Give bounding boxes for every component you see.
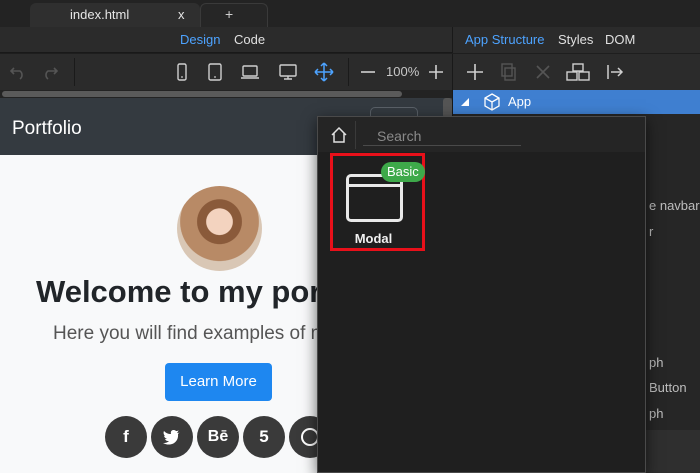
- home-icon: [331, 126, 347, 143]
- html5-icon[interactable]: 5: [243, 416, 285, 458]
- learn-more-button[interactable]: Learn More: [165, 363, 272, 401]
- add-icon[interactable]: [465, 62, 485, 82]
- tree-node-button[interactable]: Button: [649, 380, 687, 395]
- right-panel-tabs: App Structure Styles DOM: [452, 27, 700, 53]
- tab-styles[interactable]: Styles: [558, 32, 593, 47]
- component-search-input[interactable]: [363, 124, 521, 146]
- cube-icon: [484, 93, 500, 111]
- design-tab[interactable]: Design: [180, 32, 220, 47]
- move-icon[interactable]: [314, 62, 334, 82]
- preview-lead-text[interactable]: Here you will find examples of m: [53, 323, 327, 345]
- horizontal-scrollbar[interactable]: [0, 90, 452, 98]
- tab-app-structure[interactable]: App Structure: [465, 32, 545, 47]
- laptop-icon[interactable]: [240, 62, 260, 82]
- tree-node-navbar[interactable]: e navbarN: [649, 198, 700, 213]
- tree-node-paragraph[interactable]: ph: [649, 355, 663, 370]
- new-tab-button[interactable]: +: [200, 3, 268, 27]
- toolbar-divider: [348, 58, 349, 86]
- tree-node-fragment[interactable]: r: [649, 224, 653, 239]
- insert-component-popup: Basic Modal: [317, 116, 646, 473]
- delete-icon[interactable]: [533, 62, 553, 82]
- tree-node-paragraph[interactable]: ph: [649, 406, 663, 421]
- toolbar-divider: [74, 58, 75, 86]
- redo-icon[interactable]: [40, 62, 60, 82]
- tab-label: index.html: [70, 7, 130, 22]
- undo-icon[interactable]: [8, 62, 28, 82]
- profile-avatar: [177, 186, 262, 271]
- component-item-modal[interactable]: Basic Modal: [330, 153, 425, 251]
- zoom-level: 100%: [386, 64, 420, 79]
- tablet-icon[interactable]: [205, 62, 225, 82]
- tree-node-app[interactable]: App: [453, 90, 700, 114]
- tree-node-label: App: [508, 94, 532, 109]
- scrollbar-thumb[interactable]: [2, 91, 402, 97]
- expand-triangle-icon[interactable]: [461, 98, 469, 106]
- navbar-brand[interactable]: Portfolio: [12, 118, 82, 140]
- tab-dom[interactable]: DOM: [605, 32, 635, 47]
- copy-icon[interactable]: [499, 62, 519, 82]
- structure-toolbar: [452, 54, 700, 90]
- preview-heading[interactable]: Welcome to my por: [36, 274, 321, 310]
- home-button[interactable]: [322, 121, 356, 149]
- component-label: Modal: [354, 231, 393, 246]
- code-tab[interactable]: Code: [234, 32, 265, 47]
- phone-icon[interactable]: [172, 62, 192, 82]
- tab-bar: index.html x +: [0, 0, 700, 27]
- popup-header: [318, 117, 645, 152]
- zoom-out-icon[interactable]: [358, 62, 378, 82]
- desktop-icon[interactable]: [278, 62, 298, 82]
- behance-icon[interactable]: Bē: [197, 416, 239, 458]
- tab-close-button[interactable]: x: [178, 7, 185, 22]
- facebook-icon[interactable]: f: [105, 416, 147, 458]
- vertical-scrollbar[interactable]: [443, 98, 452, 118]
- twitter-icon[interactable]: [151, 416, 193, 458]
- view-toggle-bar: Design Code: [0, 27, 452, 53]
- basic-badge: Basic: [381, 162, 425, 182]
- zoom-in-icon[interactable]: [426, 62, 446, 82]
- plus-icon: +: [225, 6, 234, 22]
- component-icon[interactable]: [565, 62, 591, 82]
- editor-toolbar: 100%: [0, 54, 452, 90]
- export-icon[interactable]: [605, 62, 625, 82]
- tab-index-html[interactable]: index.html x: [30, 3, 200, 27]
